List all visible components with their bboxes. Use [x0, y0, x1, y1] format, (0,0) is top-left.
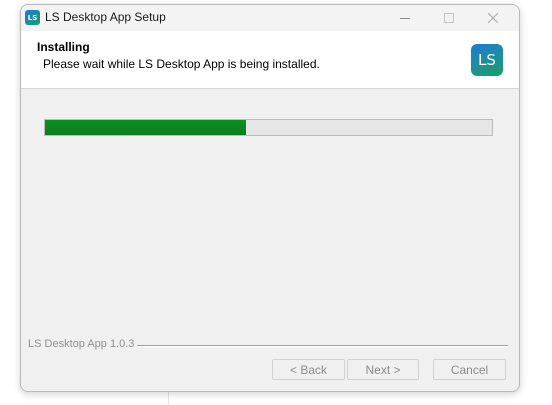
close-button[interactable] [471, 5, 515, 31]
back-button[interactable]: < Back [272, 359, 345, 380]
next-button[interactable]: Next > [347, 359, 419, 380]
install-progress-bar [44, 119, 493, 136]
page-header: Installing Please wait while LS Desktop … [21, 31, 519, 89]
minimize-button[interactable] [383, 5, 427, 31]
desktop-background [518, 0, 552, 405]
maximize-icon [444, 13, 454, 23]
page-subtitle: Please wait while LS Desktop App is bein… [43, 57, 320, 71]
window-title: LS Desktop App Setup [45, 10, 166, 24]
minimize-icon [400, 17, 410, 19]
close-icon [488, 13, 498, 23]
app-icon: LS [25, 10, 40, 25]
maximize-button[interactable] [427, 5, 471, 31]
progress-fill [45, 120, 247, 135]
page-title: Installing [37, 40, 90, 54]
footer-divider [137, 345, 508, 347]
desktop-divider [168, 390, 169, 405]
app-logo: LS [471, 44, 503, 76]
footer-brand: LS Desktop App 1.0.3 [28, 338, 135, 350]
title-bar[interactable]: LS LS Desktop App Setup [21, 5, 519, 31]
cancel-button[interactable]: Cancel [433, 359, 506, 380]
setup-window: LS LS Desktop App Setup Installing Pleas… [20, 4, 520, 392]
